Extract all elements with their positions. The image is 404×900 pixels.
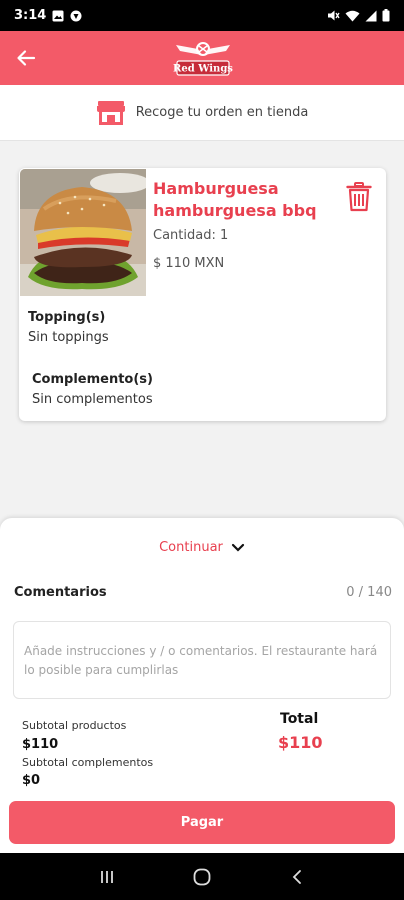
comments-label: Comentarios	[14, 585, 107, 600]
subtotal-products-label: Subtotal productos	[22, 719, 127, 732]
system-back-button[interactable]	[282, 862, 312, 892]
product-quantity: Cantidad: 1	[153, 228, 229, 243]
product-image	[20, 169, 146, 296]
product-price: $ 110 MXN	[153, 256, 225, 271]
recent-apps-button[interactable]	[92, 862, 122, 892]
back-button[interactable]	[12, 44, 40, 72]
comments-char-count: 0 / 140	[346, 585, 392, 600]
total-label: Total	[280, 711, 319, 727]
recent-apps-icon	[101, 870, 114, 883]
pickup-mode-bar[interactable]: Recoge tu orden en tienda	[0, 85, 404, 141]
toppings-value: Sin toppings	[28, 330, 109, 345]
app-notification-icon	[70, 10, 82, 22]
subtotal-complements-value: $0	[22, 773, 41, 788]
complements-title: Complemento(s)	[32, 372, 153, 387]
pay-button[interactable]: Pagar	[9, 801, 395, 844]
battery-icon	[382, 9, 390, 22]
home-icon	[193, 868, 211, 885]
trash-icon	[346, 182, 372, 212]
checkout-sheet: Continuar Comentarios 0 / 140 Subtotal p…	[0, 518, 404, 853]
subtotal-complements-label: Subtotal complementos	[22, 756, 154, 769]
wifi-icon	[345, 10, 360, 22]
total-value: $110	[278, 733, 323, 752]
svg-text:Red Wings: Red Wings	[173, 64, 233, 75]
continue-label: Continuar	[159, 540, 223, 555]
subtotal-products-value: $110	[22, 737, 59, 752]
mute-icon	[327, 9, 340, 22]
complements-value: Sin complementos	[32, 392, 153, 407]
status-time: 3:14	[14, 8, 47, 23]
chevron-down-icon	[231, 543, 244, 552]
status-bar: 3:14	[0, 0, 404, 31]
signal-icon	[365, 10, 377, 22]
system-nav-bar	[0, 853, 404, 900]
pickup-label: Recoge tu orden en tienda	[135, 105, 309, 120]
toppings-title: Topping(s)	[28, 310, 106, 325]
home-button[interactable]	[187, 862, 217, 892]
store-icon	[96, 100, 125, 125]
comments-input[interactable]	[13, 621, 391, 699]
arrow-left-icon	[17, 50, 36, 66]
brand-logo: Red Wings	[172, 37, 234, 79]
app-bar: Red Wings	[0, 31, 404, 85]
chevron-left-icon	[292, 869, 301, 884]
continue-toggle[interactable]: Continuar	[0, 540, 404, 555]
cart-item-card: Hamburguesa hamburguesa bbq Cantidad: 1 …	[19, 168, 386, 421]
gallery-icon	[52, 10, 64, 22]
product-name: Hamburguesa hamburguesa bbq	[153, 179, 317, 220]
delete-item-button[interactable]	[346, 182, 372, 212]
